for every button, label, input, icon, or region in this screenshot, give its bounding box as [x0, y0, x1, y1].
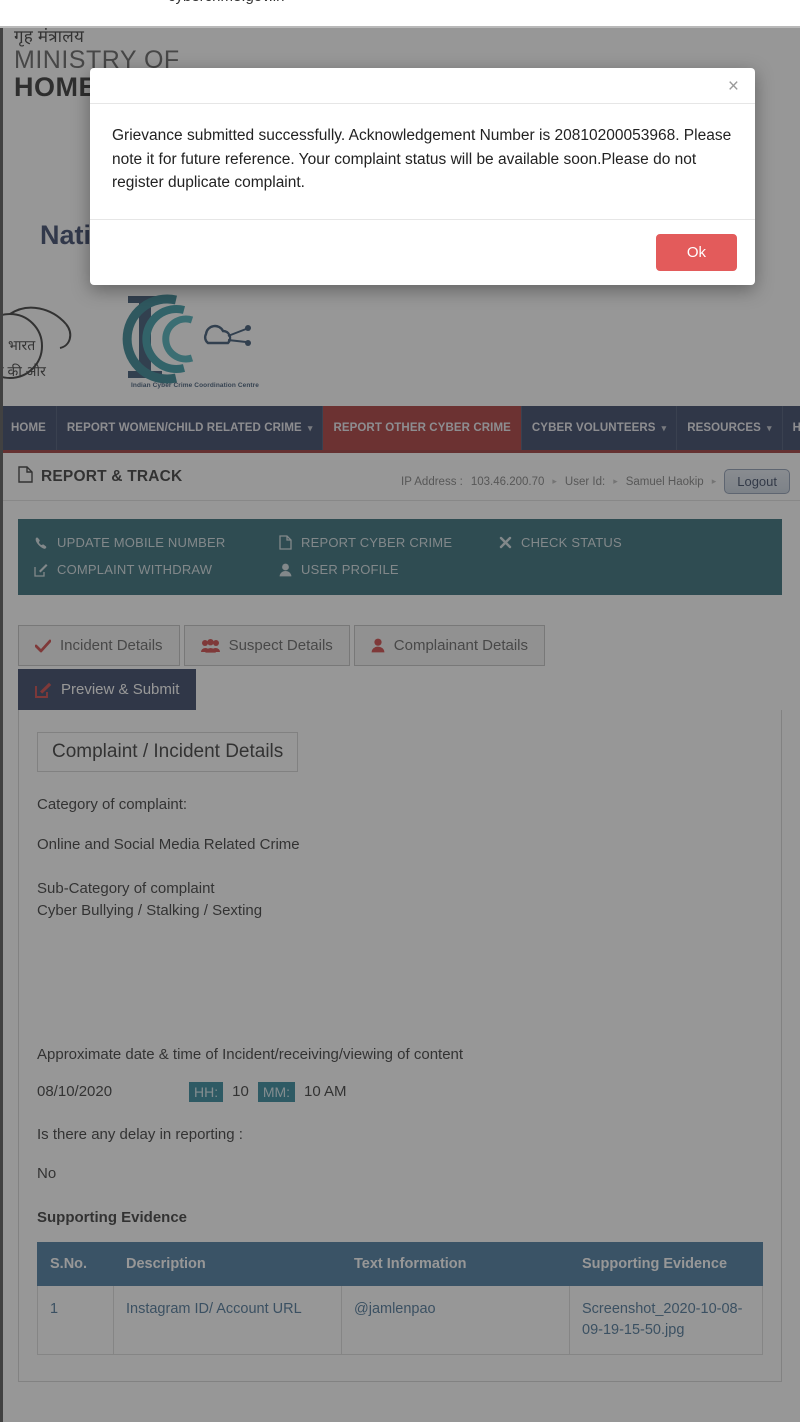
modal-header: × [90, 68, 755, 104]
ok-button[interactable]: Ok [655, 233, 737, 271]
close-icon[interactable]: × [728, 77, 739, 96]
browser-strip-divider [0, 26, 800, 28]
modal-message: Grievance submitted successfully. Acknow… [90, 104, 755, 220]
screenshot-viewport: cybercrime.gov.in गृह मंत्रालय MINISTRY … [0, 0, 800, 1422]
browser-chrome-strip: cybercrime.gov.in [0, 0, 800, 28]
modal-footer: Ok [90, 220, 755, 285]
browser-url-text: cybercrime.gov.in [168, 0, 284, 5]
success-modal: × Grievance submitted successfully. Ackn… [90, 68, 755, 285]
